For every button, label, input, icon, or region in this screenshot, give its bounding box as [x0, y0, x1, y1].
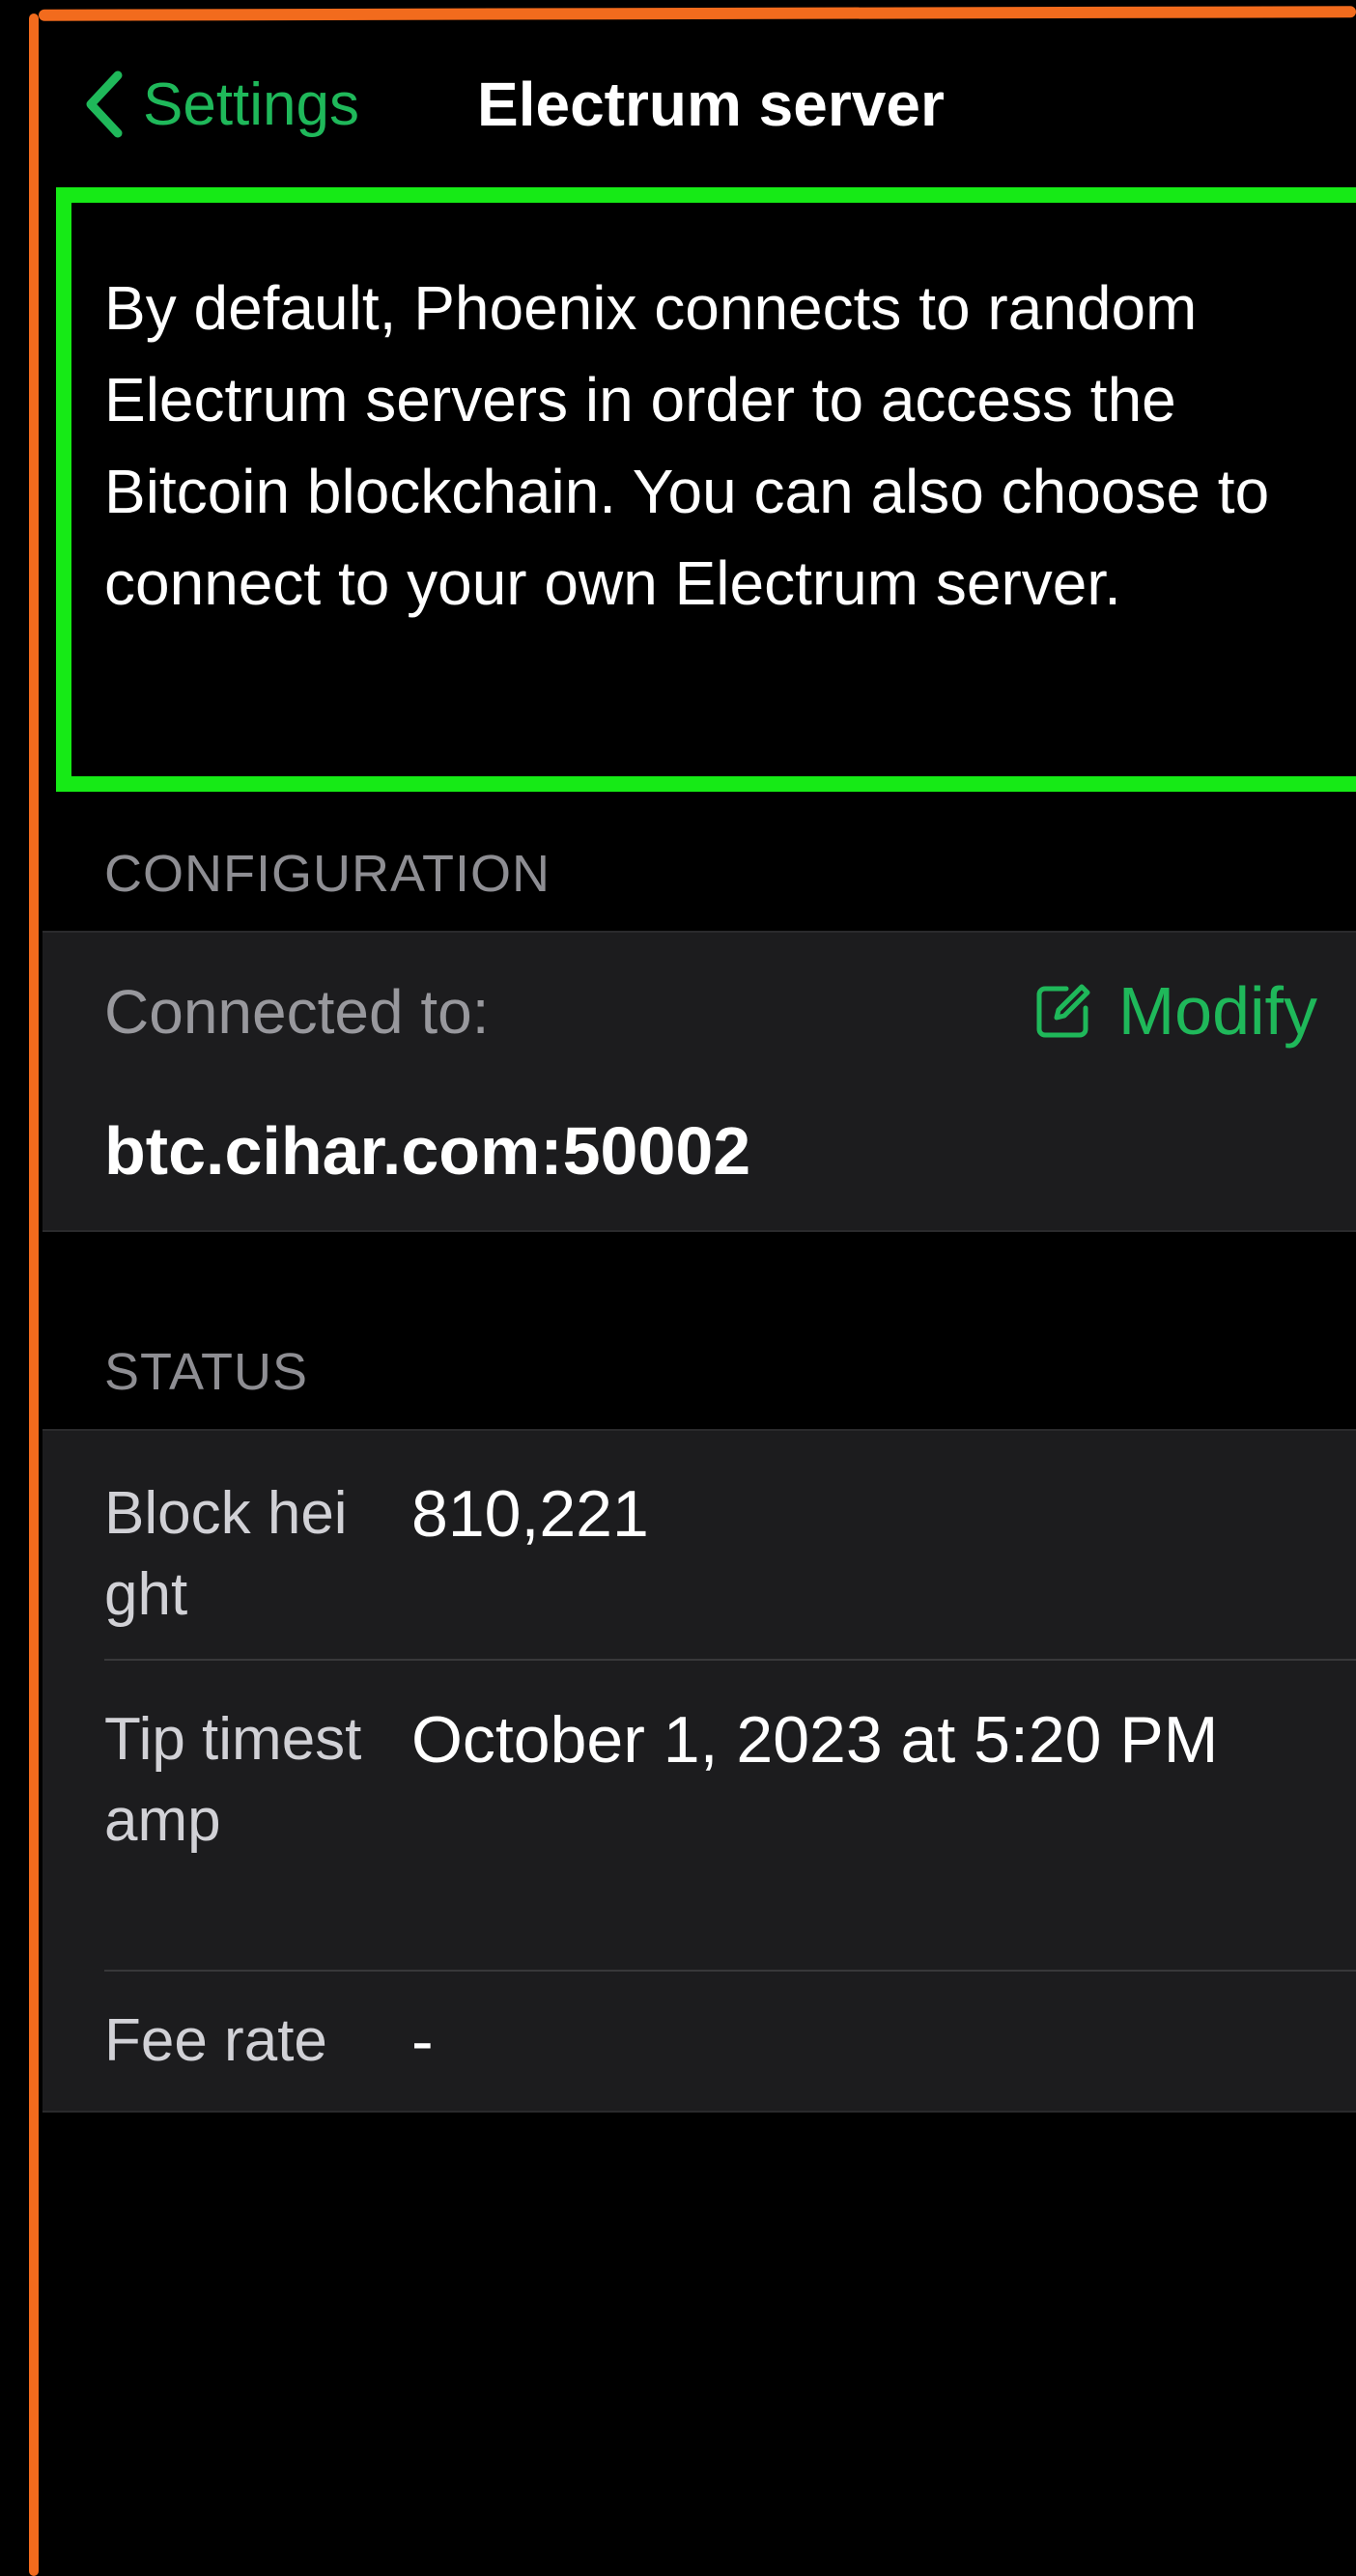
configuration-header: CONFIGURATION	[104, 845, 551, 903]
block-height-label: Block height	[104, 1480, 348, 1628]
modify-button[interactable]: Modify	[1033, 967, 1317, 1054]
description-text: By default, Phoenix connects to random E…	[104, 273, 1270, 618]
block-height-value: 810,221	[411, 1477, 649, 1551]
tip-timestamp-value: October 1, 2023 at 5:20 PM	[411, 1703, 1219, 1777]
modify-label: Modify	[1117, 973, 1317, 1049]
status-row-tip-timestamp: Tip timestamp October 1, 2023 at 5:20 PM	[42, 1661, 1356, 1972]
orange-frame-top	[38, 6, 1356, 21]
navigation-bar: Settings Electrum server	[39, 39, 1356, 174]
orange-frame-left	[29, 14, 39, 2576]
square-and-pencil-icon	[1033, 981, 1093, 1041]
back-label: Settings	[143, 70, 360, 138]
fee-rate-value: -	[411, 2004, 434, 2078]
fee-rate-label: Fee rate	[104, 2007, 327, 2074]
connected-label: Connected to:	[104, 977, 490, 1047]
configuration-card: Connected to: Modify btc.cihar.com:50002	[42, 931, 1356, 1232]
tip-timestamp-label: Tip timestamp	[104, 1706, 362, 1854]
status-header: STATUS	[104, 1343, 309, 1401]
status-card: Block height 810,221 Tip timestamp Octob…	[42, 1429, 1356, 2113]
chevron-left-icon	[81, 66, 139, 143]
back-button[interactable]: Settings	[81, 66, 359, 143]
status-row-block-height: Block height 810,221	[42, 1431, 1356, 1661]
page-title: Electrum server	[477, 70, 945, 139]
status-row-fee-rate: Fee rate -	[42, 1972, 1356, 2111]
server-address: btc.cihar.com:50002	[104, 1113, 751, 1189]
